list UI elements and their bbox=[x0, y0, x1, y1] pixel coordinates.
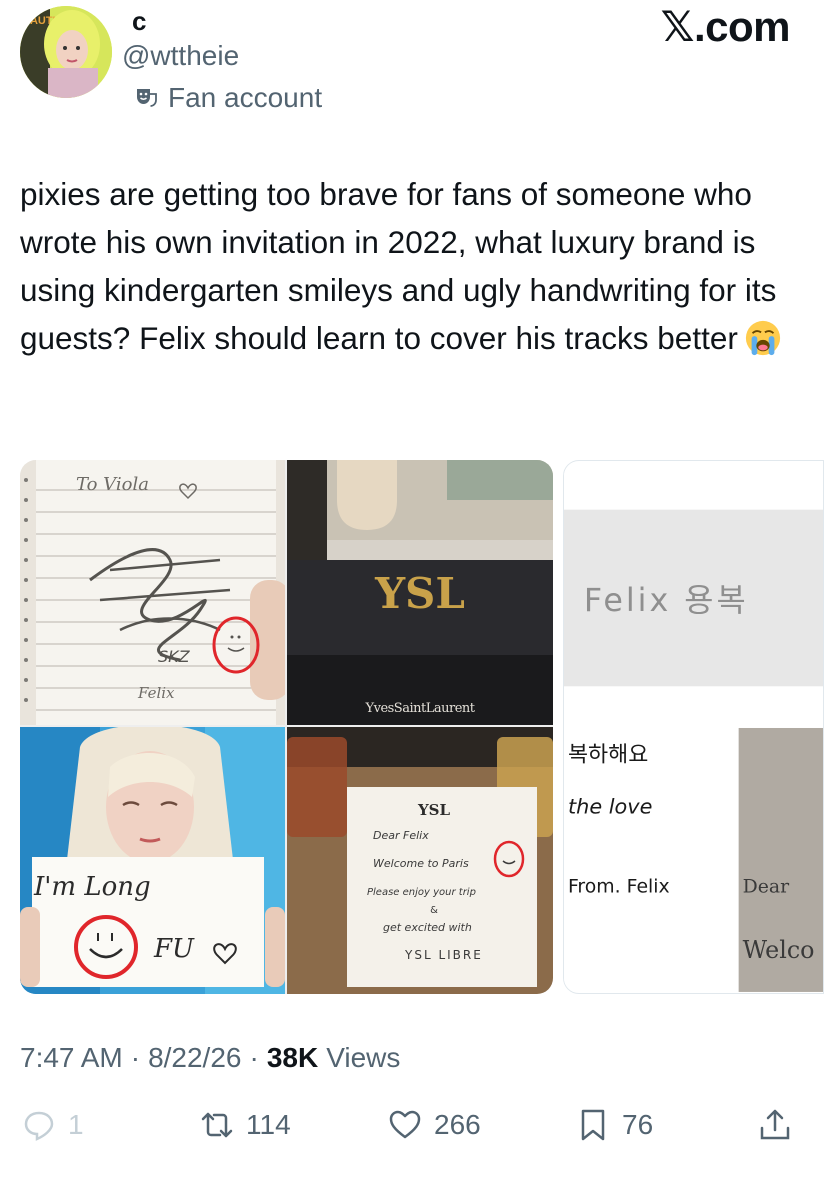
meta-separator: · bbox=[249, 1042, 259, 1073]
bookmark-icon bbox=[576, 1108, 610, 1142]
sign-text-line2: FU bbox=[153, 934, 195, 964]
sign-text-line1: I'm Long bbox=[33, 872, 151, 902]
tweet-date[interactable]: 8/22/26 bbox=[148, 1042, 241, 1074]
views-count: 38K bbox=[266, 1042, 319, 1073]
theater-masks-icon bbox=[134, 86, 158, 110]
notebook-header-text: To Viola bbox=[76, 474, 149, 495]
media-photo-long-fu-sign[interactable]: I'm Long FU bbox=[20, 727, 285, 994]
user-handle[interactable]: @wttheie bbox=[122, 40, 239, 72]
card-line-4: & bbox=[430, 905, 438, 916]
bookmark-count: 76 bbox=[622, 1109, 654, 1140]
x-logo-icon: 𝕏 bbox=[660, 2, 695, 51]
reply-button[interactable]: 1 bbox=[22, 1108, 84, 1142]
card-line-2: Welcome to Paris bbox=[373, 857, 469, 870]
meta-separator: · bbox=[130, 1042, 141, 1073]
notebook-name-text: Felix bbox=[137, 684, 175, 702]
brand-domain: .com bbox=[693, 2, 791, 50]
avatar[interactable]: CAUTI bbox=[20, 6, 112, 98]
action-bar: 1 114 266 76 bbox=[0, 1108, 824, 1160]
repost-count: 114 bbox=[246, 1109, 291, 1140]
repost-button[interactable]: 114 bbox=[200, 1108, 291, 1142]
notebook-signature-text: SKZ bbox=[158, 647, 191, 666]
reply-icon bbox=[22, 1108, 56, 1142]
share-button[interactable] bbox=[758, 1108, 792, 1142]
ysl-monogram: YSL bbox=[374, 569, 465, 618]
display-name[interactable]: c bbox=[132, 6, 146, 37]
media-photo-next-peek[interactable]: Felix 용복 복하해요 the love From. Felix Dear … bbox=[563, 460, 824, 994]
ysl-brand-text: YvesSaintLaurent bbox=[365, 701, 476, 716]
card-line-1: Dear Felix bbox=[373, 829, 429, 842]
media-grid: To Viola SKZ Felix YSL YvesSaintLaurent … bbox=[20, 460, 553, 994]
peek-line-1: 복하해요 bbox=[568, 743, 648, 768]
tweet-meta: 7:47 AM · 8/22/26 · 38K Views bbox=[20, 1042, 400, 1074]
avatar-image: CAUTI bbox=[20, 6, 112, 98]
like-count: 266 bbox=[434, 1109, 481, 1140]
share-icon bbox=[758, 1108, 792, 1142]
fan-account-badge: Fan account bbox=[134, 82, 322, 114]
tweet-text: pixies are getting too brave for fans of… bbox=[20, 170, 810, 362]
tweet-header: CAUTI c @wttheie Fan account 𝕏 .com bbox=[0, 0, 824, 140]
media-gallery: To Viola SKZ Felix YSL YvesSaintLaurent … bbox=[20, 460, 824, 994]
media-photo-notebook[interactable]: To Viola SKZ Felix bbox=[20, 460, 285, 725]
media-photo-ysl-box[interactable]: YSL YvesSaintLaurent bbox=[287, 460, 553, 725]
card-line-3: Please enjoy your trip bbox=[367, 887, 476, 898]
tweet-body: pixies are getting too brave for fans of… bbox=[20, 176, 777, 356]
card-ysl-monogram: YSL bbox=[417, 801, 451, 819]
peek-line-2: the love bbox=[568, 794, 652, 818]
peek-line-5: Welco bbox=[743, 936, 815, 964]
repost-icon bbox=[200, 1108, 234, 1142]
peek-line-4: Dear bbox=[743, 877, 790, 898]
reply-count: 1 bbox=[68, 1109, 84, 1140]
card-line-5: get excited with bbox=[383, 921, 472, 934]
views-label: Views bbox=[326, 1042, 401, 1073]
bookmark-button[interactable]: 76 bbox=[576, 1108, 653, 1142]
peek-blurred-text: Felix 용복 bbox=[584, 583, 749, 619]
x-brand-link[interactable]: 𝕏 .com bbox=[660, 2, 791, 51]
loudly-crying-face-icon bbox=[744, 319, 782, 357]
heart-icon bbox=[388, 1108, 422, 1142]
card-line-6: YSL LIBRE bbox=[404, 948, 483, 962]
media-photo-invitation-card[interactable]: YSL Dear Felix Welcome to Paris Please e… bbox=[287, 727, 553, 994]
fan-account-label: Fan account bbox=[168, 82, 323, 113]
peek-line-3: From. Felix bbox=[568, 877, 670, 898]
tweet-time[interactable]: 7:47 AM bbox=[20, 1042, 123, 1074]
like-button[interactable]: 266 bbox=[388, 1108, 481, 1142]
